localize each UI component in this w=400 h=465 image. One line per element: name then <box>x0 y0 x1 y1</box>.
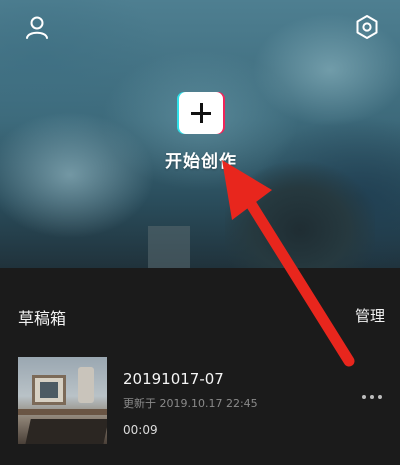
user-icon[interactable] <box>24 14 50 40</box>
drafts-panel: 草稿箱 管理 20191017-07 更新于 2019.10.17 22:45 … <box>0 268 400 465</box>
manage-button[interactable]: 管理 <box>355 305 385 326</box>
more-dots-icon[interactable] <box>362 392 384 402</box>
start-creating-label[interactable]: 开始创作 <box>140 147 262 172</box>
drafts-title: 草稿箱 <box>18 309 67 328</box>
hero-banner: 开始创作 <box>0 0 400 268</box>
start-creating-button[interactable] <box>179 92 223 134</box>
draft-duration: 00:09 <box>123 423 158 437</box>
draft-thumbnail[interactable] <box>18 357 107 444</box>
gear-icon[interactable] <box>354 14 380 40</box>
background-post <box>148 226 190 268</box>
draft-updated-time: 更新于 2019.10.17 22:45 <box>123 397 258 410</box>
draft-name: 20191017-07 <box>123 370 224 388</box>
draft-item[interactable]: 20191017-07 更新于 2019.10.17 22:45 00:09 <box>0 356 400 448</box>
